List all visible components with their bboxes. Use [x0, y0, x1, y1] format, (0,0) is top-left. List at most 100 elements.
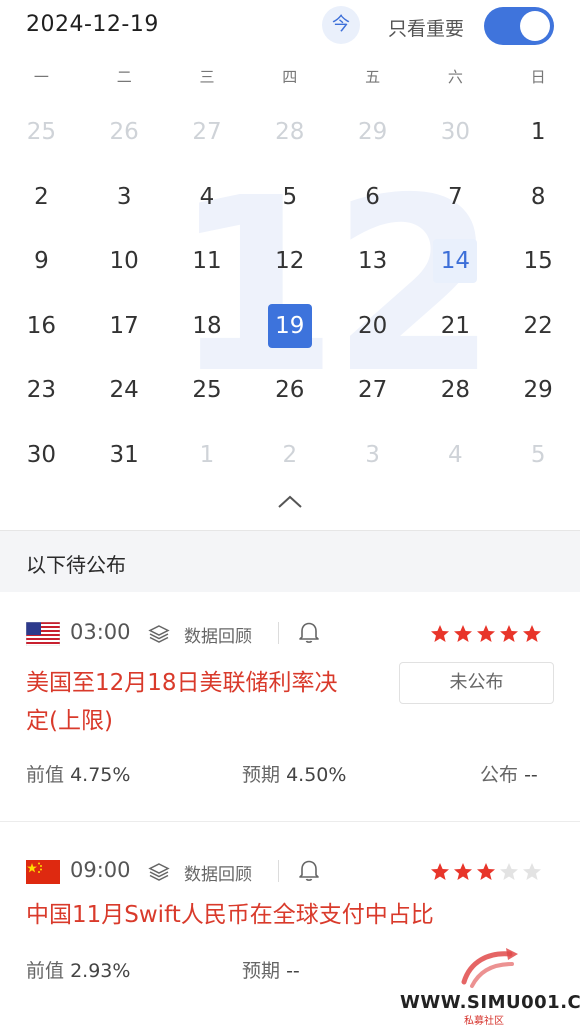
weekday-label: 一: [33, 68, 49, 86]
watermark-site: WWW.SIMU001.CN: [400, 992, 580, 1013]
calendar-day[interactable]: 25: [0, 100, 83, 165]
calendar-day-number: 1: [530, 119, 546, 146]
calendar-day[interactable]: 23: [0, 358, 83, 423]
calendar-day-number: 3: [365, 441, 380, 468]
calendar-day[interactable]: 3: [83, 165, 166, 230]
calendar-day[interactable]: 30: [414, 100, 497, 165]
toggle-knob: [520, 11, 550, 41]
calendar-day-number: 29: [357, 119, 388, 146]
calendar-day[interactable]: 27: [166, 100, 249, 165]
chevron-up-icon[interactable]: [276, 492, 304, 512]
status-button[interactable]: 未公布: [399, 662, 554, 704]
calendar-day[interactable]: 29: [497, 358, 580, 423]
calendar-day[interactable]: 13: [331, 229, 414, 294]
calendar-day[interactable]: 5: [497, 423, 580, 488]
calendar-day-number: 27: [192, 119, 222, 146]
calendar-day-number: 23: [26, 377, 57, 404]
calendar-day-number: 9: [34, 248, 49, 275]
layers-icon[interactable]: [148, 862, 170, 882]
calendar-day-number: 4: [448, 441, 463, 468]
calendar-week: 23 24 25 26 27 28 29: [0, 358, 580, 423]
star-empty-icon: [500, 863, 518, 880]
calendar-day[interactable]: 21: [414, 294, 497, 359]
calendar-day-number: 26: [109, 119, 139, 146]
event-card[interactable]: 03:00 数据回顾 美国至12月18日美联储利率决 定(上限) 未公布 前值 …: [0, 600, 580, 822]
calendar-week: 16 17 18 19 20 21 22: [0, 294, 580, 359]
event-title-line[interactable]: 中国11月Swift人民币在全球支付中占比: [26, 896, 434, 934]
calendar-day[interactable]: 26: [248, 358, 331, 423]
calendar-day[interactable]: 6: [331, 165, 414, 230]
calendar-day-number: 4: [199, 183, 215, 210]
forecast-number: 4.50%: [286, 764, 347, 786]
calendar-day[interactable]: 25: [166, 358, 249, 423]
event-title-line[interactable]: 美国至12月18日美联储利率决: [26, 664, 338, 702]
watermark-logo-icon: [461, 948, 518, 988]
calendar-day[interactable]: 24: [83, 358, 166, 423]
previous-number: 2.93%: [70, 960, 131, 982]
calendar-day-number: 15: [523, 248, 553, 275]
calendar-day-number: 10: [109, 248, 139, 275]
previous-number: 4.75%: [70, 764, 131, 786]
watermark-subtitle: 私募社区: [464, 1016, 504, 1027]
calendar-grid: 25 26 27 28 29 30 1 2 3 4 5 6 7 8 9 10 11 12 13 14 15 16 17 18 1…: [0, 100, 580, 487]
calendar-day-number: 13: [357, 248, 388, 275]
cn-flag-icon: [26, 860, 60, 884]
calendar-day[interactable]: 28: [414, 358, 497, 423]
actual-number: --: [524, 764, 538, 786]
calendar-day[interactable]: 1: [497, 100, 580, 165]
calendar-day[interactable]: 1: [166, 423, 249, 488]
calendar-day[interactable]: 2: [248, 423, 331, 488]
calendar-day[interactable]: 20: [331, 294, 414, 359]
calendar-day[interactable]: 29: [331, 100, 414, 165]
calendar-day[interactable]: 27: [331, 358, 414, 423]
important-only-toggle[interactable]: [484, 7, 554, 45]
forecast-label: 预期: [242, 764, 281, 786]
event-title-line[interactable]: 定(上限): [26, 702, 113, 740]
calendar-day-selected[interactable]: 19: [248, 294, 331, 359]
calendar-day[interactable]: 15: [497, 229, 580, 294]
calendar-day-number: 7: [448, 183, 463, 210]
calendar-day-number: 27: [357, 377, 388, 404]
data-review-link[interactable]: 数据回顾: [184, 860, 252, 885]
calendar-day[interactable]: 26: [83, 100, 166, 165]
bell-icon[interactable]: [298, 858, 320, 882]
calendar-day-number: 30: [440, 119, 471, 146]
calendar-day[interactable]: 7: [414, 165, 497, 230]
calendar-day[interactable]: 9: [0, 229, 83, 294]
header: 2024-12-19 今 只看重要: [0, 0, 580, 56]
calendar-day[interactable]: 22: [497, 294, 580, 359]
star-filled-icon: [523, 625, 541, 642]
calendar-day[interactable]: 10: [83, 229, 166, 294]
weekday-label: 四: [282, 68, 298, 86]
data-review-link[interactable]: 数据回顾: [184, 622, 252, 647]
previous-value: 前值 2.93%: [26, 956, 130, 983]
calendar-day[interactable]: 3: [331, 423, 414, 488]
calendar-day[interactable]: 14: [414, 229, 497, 294]
layers-icon[interactable]: [148, 624, 170, 644]
weekday-label: 六: [447, 68, 463, 86]
today-button[interactable]: 今: [322, 6, 360, 44]
calendar-day[interactable]: 4: [166, 165, 249, 230]
calendar-day[interactable]: 30: [0, 423, 83, 488]
forecast-number: --: [286, 960, 300, 982]
calendar-day[interactable]: 12: [248, 229, 331, 294]
calendar-day-number: 25: [26, 119, 57, 146]
site-watermark: WWW.SIMU001.CN 私募社区: [400, 944, 580, 1030]
calendar-day-number: 30: [26, 441, 57, 468]
calendar-day-number: 2: [282, 441, 298, 468]
calendar-day[interactable]: 4: [414, 423, 497, 488]
date-title[interactable]: 2024-12-19: [26, 12, 159, 37]
calendar-day[interactable]: 31: [83, 423, 166, 488]
calendar-day[interactable]: 18: [166, 294, 249, 359]
calendar-day[interactable]: 16: [0, 294, 83, 359]
calendar-day[interactable]: 2: [0, 165, 83, 230]
calendar-day[interactable]: 17: [83, 294, 166, 359]
calendar-day[interactable]: 5: [248, 165, 331, 230]
bell-icon[interactable]: [298, 620, 320, 644]
weekday-label: 日: [530, 68, 546, 86]
event-time: 03:00: [70, 620, 131, 644]
previous-value: 前值 4.75%: [26, 760, 130, 787]
calendar-day[interactable]: 11: [166, 229, 249, 294]
calendar-day[interactable]: 28: [248, 100, 331, 165]
calendar-day[interactable]: 8: [497, 165, 580, 230]
